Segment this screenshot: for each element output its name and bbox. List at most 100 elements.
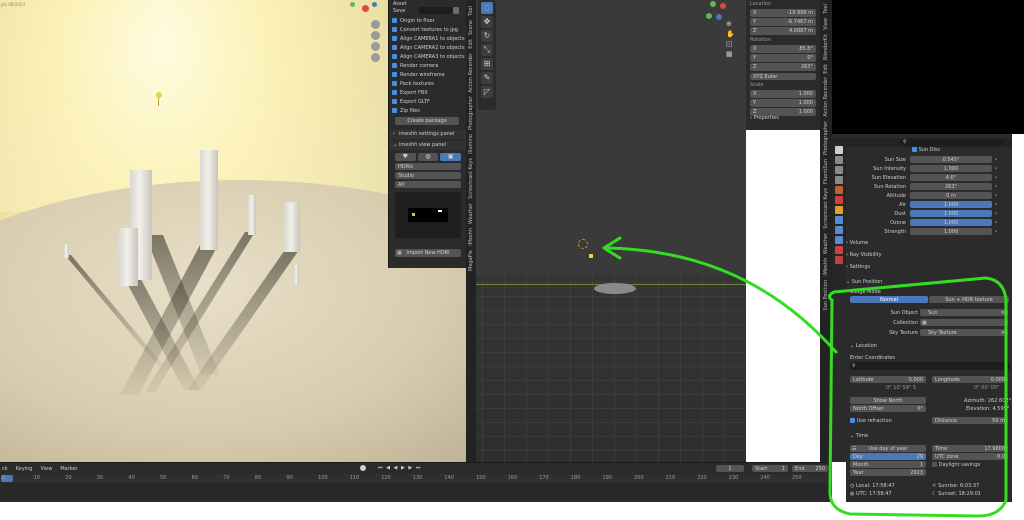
- mode-normal-button[interactable]: Normal: [850, 296, 928, 303]
- location-section-header[interactable]: ⌄ Location: [850, 343, 877, 349]
- keyframe-dot-icon[interactable]: •: [992, 202, 1000, 208]
- sidebar-tab[interactable]: Photographer: [823, 121, 829, 155]
- collapsed-section[interactable]: › Settings: [846, 264, 1012, 276]
- keyframe-dot-icon[interactable]: •: [992, 220, 1000, 226]
- utc-zone-field[interactable]: UTC zone 0.0: [932, 453, 1008, 460]
- sky-setting-field[interactable]: 1.000: [910, 201, 992, 208]
- sidebar-tab[interactable]: Screencast Keys: [468, 158, 474, 199]
- current-frame-field[interactable]: 1: [716, 465, 744, 472]
- rotation-field[interactable]: Y 0°: [750, 54, 816, 62]
- navigation-gizmo[interactable]: [350, 2, 378, 16]
- sky-texture-field[interactable]: Sky Texture ✕: [920, 329, 1008, 336]
- annotate-tool-icon[interactable]: ✎: [481, 72, 493, 84]
- move-tool-icon[interactable]: ✥: [481, 16, 493, 28]
- export-option-checkbox[interactable]: Export GLTF: [389, 97, 467, 106]
- start-frame-field[interactable]: Start 1: [752, 465, 788, 472]
- create-package-button[interactable]: Create package: [395, 117, 459, 125]
- keyframe-dot-icon[interactable]: •: [992, 175, 1000, 181]
- checkbox-icon[interactable]: [392, 45, 397, 50]
- checkbox-icon[interactable]: [392, 72, 397, 77]
- collapsed-section[interactable]: › Ray Visibility: [846, 252, 1012, 264]
- distance-field[interactable]: Distance 50 m: [932, 417, 1008, 424]
- category-dropdown[interactable]: All: [395, 181, 461, 188]
- sun-object-field[interactable]: Sun ✕: [920, 309, 1008, 316]
- coordinates-input[interactable]: ⚲: [850, 362, 1010, 370]
- sun-position-header[interactable]: ⌄ Sun Position: [846, 279, 882, 285]
- particles-tab-icon[interactable]: [835, 226, 843, 234]
- rotate-tool-icon[interactable]: ↻: [481, 30, 493, 42]
- scale-field[interactable]: X 1.000: [750, 90, 816, 98]
- sidebar-tab[interactable]: FluentSun: [823, 159, 829, 184]
- physics-tab-icon[interactable]: [835, 236, 843, 244]
- sidebar-tab[interactable]: Edit: [468, 39, 474, 49]
- sun-disc-checkbox[interactable]: Sun Disc: [912, 147, 940, 153]
- transform-tool-icon[interactable]: ⊞: [481, 58, 493, 70]
- hdri-preview[interactable]: [395, 192, 461, 238]
- checkbox-icon[interactable]: [392, 27, 397, 32]
- timeline-menu-item[interactable]: View: [40, 466, 52, 472]
- sidebar-tab[interactable]: Tool: [468, 6, 474, 16]
- sky-setting-field[interactable]: 0 m: [910, 192, 992, 199]
- location-field[interactable]: Y -6.7467 m: [750, 18, 816, 26]
- export-option-checkbox[interactable]: Convert textures to jpg: [389, 25, 467, 34]
- playback-controls[interactable]: ⏮ ◀ ◀ ▶ ▶ ⏭: [378, 465, 421, 471]
- location-field[interactable]: Z 4.0087 m: [750, 27, 816, 35]
- sky-setting-field[interactable]: 1.000: [910, 210, 992, 217]
- viewport-nav-buttons[interactable]: [371, 20, 381, 78]
- measure-tool-icon[interactable]: ◸: [481, 86, 493, 98]
- export-option-checkbox[interactable]: Export FBX: [389, 88, 467, 97]
- keyframe-dot-icon[interactable]: •: [992, 184, 1000, 190]
- end-frame-field[interactable]: End 250: [792, 465, 828, 472]
- output-tab-icon[interactable]: [835, 166, 843, 174]
- constraints-tab-icon[interactable]: [835, 246, 843, 254]
- world-tab-icon[interactable]: [835, 196, 843, 204]
- scale-tool-icon[interactable]: ⤡: [481, 44, 493, 56]
- checkbox-icon[interactable]: [392, 36, 397, 41]
- render-tab-icon[interactable]: [835, 156, 843, 164]
- sidebar-tab[interactable]: Screencast Keys: [823, 188, 829, 229]
- sidebar-tab[interactable]: Edit: [823, 64, 829, 74]
- checkbox-icon[interactable]: [392, 99, 397, 104]
- rotation-field[interactable]: X 85.8°: [750, 45, 816, 53]
- use-refraction-checkbox[interactable]: Use refraction: [850, 418, 892, 424]
- heart-icon[interactable]: ♥: [395, 153, 416, 161]
- data-tab-icon[interactable]: [835, 256, 843, 264]
- sidebar-tab[interactable]: Illumino: [468, 134, 474, 154]
- collection-field[interactable]: ▣: [920, 319, 1008, 326]
- checkbox-icon[interactable]: [392, 63, 397, 68]
- mode-sun-hdr-button[interactable]: Sun + HDR texture: [929, 296, 1009, 303]
- sidebar-tab[interactable]: iMeshh: [468, 228, 474, 246]
- use-day-of-year-button[interactable]: ☰ Use day of year: [850, 445, 926, 452]
- globe-icon[interactable]: ◍: [417, 153, 439, 161]
- sidebar-tab[interactable]: Photographer: [468, 96, 474, 130]
- keyframe-dot-icon[interactable]: •: [992, 193, 1000, 199]
- export-option-checkbox[interactable]: Render wireframe: [389, 70, 467, 79]
- modifier-tab-icon[interactable]: [835, 216, 843, 224]
- object-tab-icon[interactable]: [835, 206, 843, 214]
- viewport-nav-buttons[interactable]: ⊕ ✋ ◰ ▦: [726, 20, 736, 70]
- month-field[interactable]: Month 1: [850, 461, 926, 468]
- year-field[interactable]: Year 2023: [850, 469, 926, 476]
- settings-panel-header[interactable]: › imeshh settings panel: [389, 130, 467, 139]
- sidebar-tab[interactable]: BlenderKit: [823, 34, 829, 60]
- keyframe-dot-icon[interactable]: •: [992, 229, 1000, 235]
- hdri-dropdown[interactable]: HDRIs: [395, 163, 461, 170]
- checkbox-icon[interactable]: [392, 54, 397, 59]
- export-option-checkbox[interactable]: Pack textures: [389, 79, 467, 88]
- sidebar-tab[interactable]: Scene: [468, 20, 474, 35]
- view-mode-toggle[interactable]: ♥ ◍ ▣: [395, 153, 462, 161]
- folder-icon[interactable]: [453, 7, 459, 14]
- select-tool-icon[interactable]: ◌: [481, 2, 493, 14]
- rotation-mode-dropdown[interactable]: XYZ Euler: [750, 73, 816, 80]
- sidebar-tab[interactable]: Tool: [823, 4, 829, 14]
- export-option-checkbox[interactable]: Render comera: [389, 61, 467, 70]
- north-offset-field[interactable]: North Offset 0°: [850, 405, 926, 412]
- time-field[interactable]: Time 17.9800: [932, 445, 1008, 452]
- sidebar-tab[interactable]: iMeshh: [823, 258, 829, 276]
- show-north-button[interactable]: Show North: [850, 397, 926, 404]
- sky-setting-field[interactable]: 0.545°: [910, 156, 992, 163]
- checkbox-icon[interactable]: [392, 108, 397, 113]
- keyframe-dot-icon[interactable]: •: [992, 157, 1000, 163]
- timeline-menu-item[interactable]: Keying: [16, 466, 33, 472]
- scene-tab-icon[interactable]: [835, 186, 843, 194]
